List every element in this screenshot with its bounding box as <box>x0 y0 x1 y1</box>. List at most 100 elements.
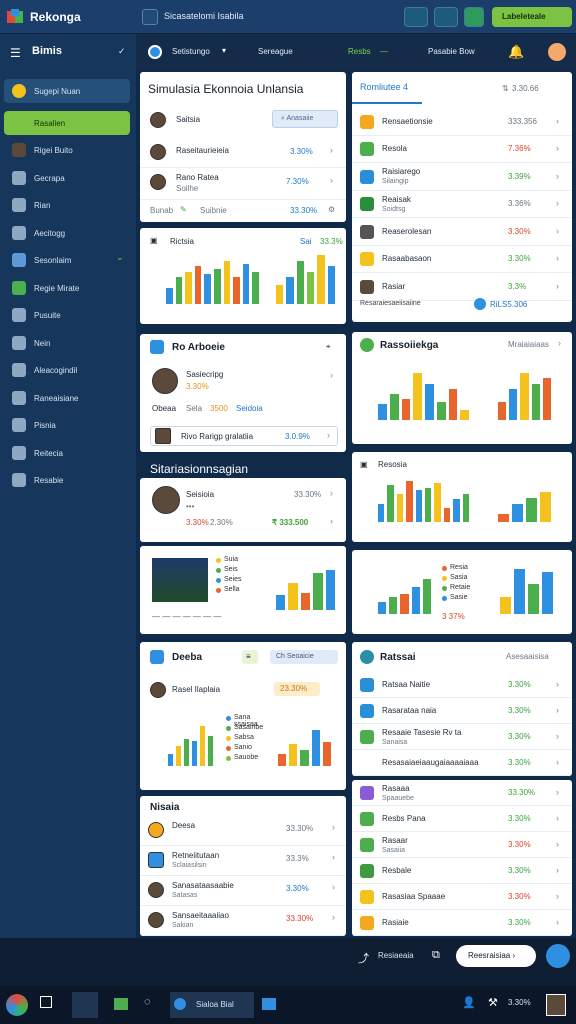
bar <box>176 746 181 766</box>
list-row[interactable]: Reaserolesan 3.30% › <box>352 218 572 246</box>
primary-button[interactable]: Reesraisiaa › <box>456 945 536 967</box>
start-icon[interactable] <box>6 994 28 1016</box>
list-row[interactable]: Rasiaie 3.30% › <box>352 910 572 936</box>
sidebar-item[interactable]: Regie Mirate <box>4 276 130 300</box>
header-center[interactable]: Sereague <box>258 47 293 56</box>
action-button[interactable]: Labeleteale <box>492 7 572 27</box>
bell-icon[interactable] <box>434 7 458 27</box>
list-row[interactable]: Rasarataa naia 3.30% › <box>352 698 572 724</box>
sidebar-item-label: Rigei Buito <box>34 146 73 155</box>
account-icon[interactable] <box>148 45 162 59</box>
chat-taskbar-icon[interactable]: ◌ <box>144 996 151 1008</box>
list-row[interactable]: Raseitaurieieia 3.30% › <box>140 138 346 168</box>
header-right-label[interactable]: Pasabie Bow <box>428 47 475 56</box>
pen-icon[interactable]: ✎ <box>180 205 187 214</box>
chart-title: Rassoiiekga <box>380 340 439 351</box>
taskview-icon[interactable] <box>40 996 52 1008</box>
list-row[interactable]: Reaisak Soidtsg 3.36% › <box>352 191 572 218</box>
header-dropdown[interactable]: Setistungo <box>172 47 210 56</box>
list-row[interactable]: Sanasataasaabie Satasas 3.30% › <box>140 876 346 906</box>
row-name: Rasarataa naia <box>382 706 437 715</box>
sidebar-item[interactable]: Rasalien <box>4 110 130 135</box>
legend-dot <box>226 736 231 741</box>
legend-item: Sanio <box>226 744 270 754</box>
mail-icon[interactable] <box>262 998 276 1010</box>
battery-icon[interactable] <box>464 7 484 27</box>
list-row[interactable]: Ratsaa Naitie 3.30% › <box>352 672 572 698</box>
user-avatar[interactable] <box>546 994 566 1016</box>
pin-icon[interactable]: ⌖ <box>326 342 331 352</box>
folder-icon[interactable] <box>114 998 128 1010</box>
check-icon[interactable]: ✓ <box>118 46 126 57</box>
filter-chip[interactable]: ≡ <box>242 650 258 664</box>
list-row[interactable]: Rasaar Sasaiia 3.30% › <box>352 832 572 858</box>
sidebar-item[interactable]: Sesonlaim <box>4 248 130 272</box>
list-row[interactable]: Raisiarego Silaingip 3.39% › <box>352 163 572 191</box>
share-icon[interactable]: ⤴ <box>358 950 369 966</box>
chevron-right-icon: › <box>556 731 559 741</box>
list-row[interactable]: Resaaie Tasesie Rv ta Sanaisa 3.30% › <box>352 724 572 750</box>
row-value: 33.3% <box>286 854 309 863</box>
sidebar-item[interactable]: Aecitogg <box>4 221 130 245</box>
legend-item: Sauobe <box>226 754 270 764</box>
sidebar-item[interactable]: Gecrapa <box>4 166 130 190</box>
screen-button[interactable] <box>404 7 428 27</box>
sidebar-item[interactable]: Raneaisiane <box>4 386 130 410</box>
sidebar-item[interactable]: Reitecia <box>4 441 130 465</box>
list-row[interactable]: Resola 7.36% › <box>352 136 572 163</box>
chevron-down-icon[interactable]: ⌄ <box>116 252 124 263</box>
sidebar-item[interactable]: Pusuite <box>4 303 130 327</box>
list-row[interactable]: Sansaeitaaaiiao Sakian 33.30% › <box>140 906 346 936</box>
sidebar-item[interactable]: Sugepi Nuan <box>4 79 130 103</box>
search-input[interactable]: ⌕ Anasaiie <box>272 110 338 128</box>
sidebar-item-label: Rian <box>34 201 51 210</box>
header-mid: — <box>380 47 388 56</box>
list-row[interactable]: Rasaaa Spaauebe 33.30% › <box>352 780 572 806</box>
list-row[interactable]: Rano Ratea Soilhe 7.30% › <box>140 168 346 200</box>
list-row[interactable]: Rivo Rarigp gralatiia 3.0.9% › <box>150 426 338 446</box>
list-row[interactable]: Resbale 3.30% › <box>352 858 572 884</box>
filter-dropdown[interactable]: Ch Seoaicie <box>270 650 338 664</box>
legend-dot <box>226 726 231 731</box>
folder-icon <box>12 115 26 130</box>
list-row[interactable]: Rensaetionsie 333.356 › <box>352 108 572 136</box>
legend-item: Suia <box>216 556 256 566</box>
list-row[interactable]: Rasaabasaon 3.30% › <box>352 246 572 273</box>
row-value: 7.30% <box>286 177 309 186</box>
person-icon[interactable]: 👤 <box>462 996 476 1009</box>
list-row[interactable]: Rasiar 3.3% › <box>352 273 572 301</box>
sidebar-item[interactable]: Resabie <box>4 468 130 492</box>
row-icon <box>360 890 374 904</box>
menu-icon[interactable]: ☰ <box>10 46 21 60</box>
chevron-down-icon[interactable]: ▾ <box>222 46 226 55</box>
list-row[interactable]: Retneiitutaan Sclaiasilsin 33.3% › <box>140 846 346 876</box>
legend-item: Retaie <box>442 584 492 594</box>
sidebar-item[interactable]: Nein <box>4 331 130 355</box>
header-green-link[interactable]: Resbs <box>348 47 371 56</box>
window-icon[interactable] <box>142 9 158 25</box>
sidebar-item[interactable]: Pisnia <box>4 413 130 437</box>
camera-icon[interactable]: ⧉ <box>432 949 440 962</box>
chat-icon[interactable] <box>546 944 570 968</box>
bell-alert-icon[interactable]: 🔔 <box>508 44 524 60</box>
settings-icon[interactable]: ⚙ <box>328 205 335 214</box>
tab-results[interactable]: Romliutee 4 <box>360 82 408 92</box>
video-thumbnail[interactable] <box>152 558 208 602</box>
sidebar-item[interactable]: Aleacogindil <box>4 358 130 382</box>
user-avatar[interactable] <box>548 43 566 61</box>
sidebar-item[interactable]: Rian <box>4 193 130 217</box>
chart-icon: ▣ <box>150 236 158 245</box>
sidebar-item[interactable]: Rigei Buito <box>4 138 130 162</box>
row-name: Rasaaa <box>382 784 410 793</box>
list-row[interactable]: Resbs Pana 3.30% › <box>352 806 572 832</box>
filter-icon[interactable]: ⇅ <box>502 84 509 93</box>
bar <box>296 260 304 304</box>
stat: Seidoia <box>236 404 263 413</box>
list-row[interactable]: Rasasiaa Spaaae 3.30% › <box>352 884 572 910</box>
list-row[interactable]: Resasaiaeiaaugaiaaaaiaaa 3.30% › <box>352 750 572 776</box>
row-icon <box>360 864 374 878</box>
tools-icon[interactable]: ⚒ <box>488 996 498 1009</box>
row-name: Deesa <box>172 821 196 830</box>
explorer-icon[interactable] <box>72 992 98 1018</box>
list-row[interactable]: Deesa 33.30% › <box>140 816 346 846</box>
